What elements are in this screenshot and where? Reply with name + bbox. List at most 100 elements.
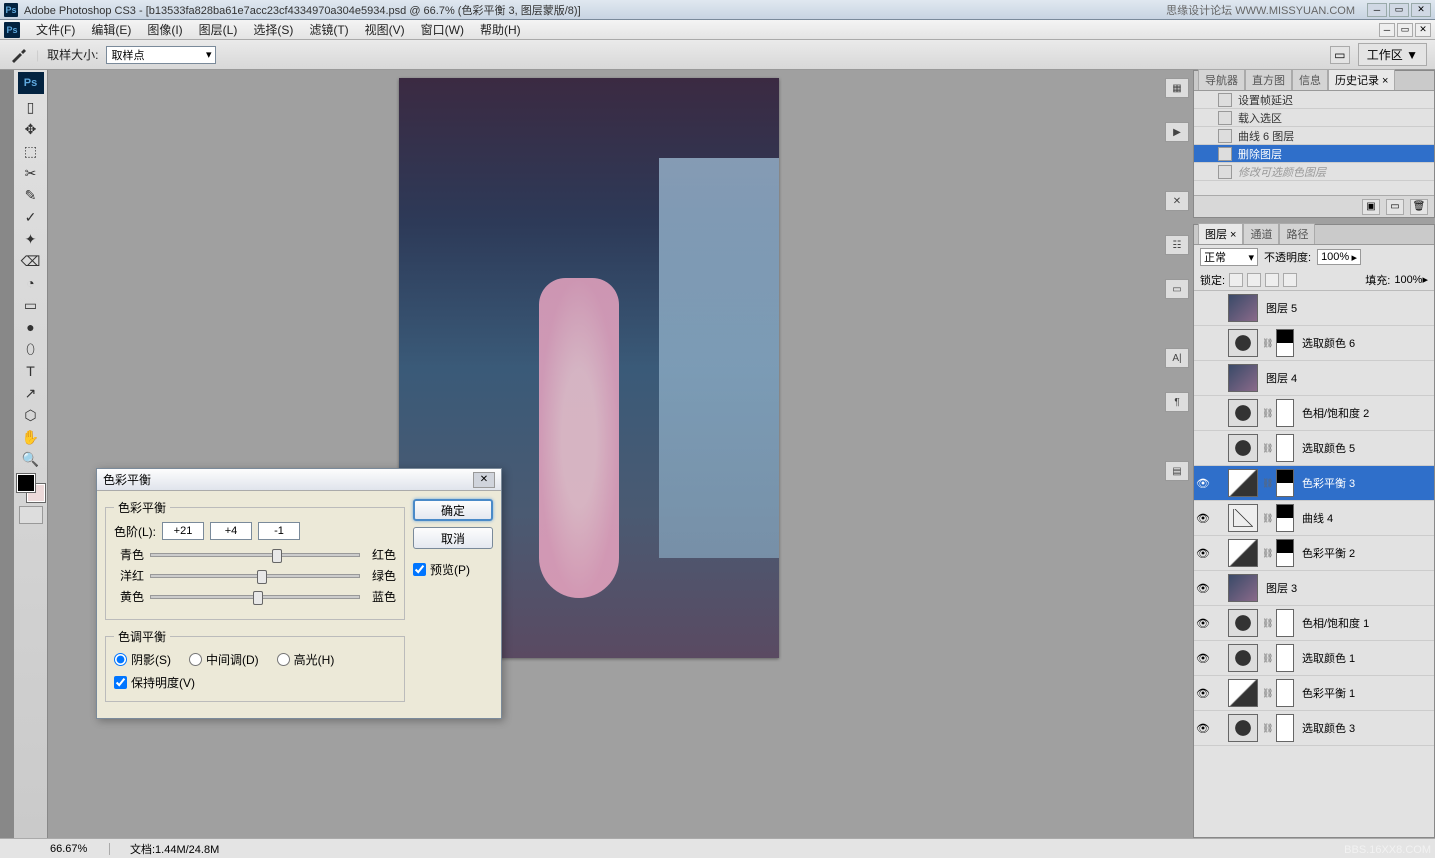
tool-8[interactable]: ◔ [18, 272, 44, 294]
layer-name[interactable]: 色彩平衡 2 [1298, 545, 1432, 561]
layer-mask-thumbnail[interactable] [1276, 399, 1294, 427]
lock-position-button[interactable] [1265, 273, 1279, 287]
visibility-toggle[interactable]: 👁 [1196, 546, 1210, 560]
layer-thumbnail[interactable] [1228, 434, 1258, 462]
layer-row[interactable]: 图层 4 [1194, 361, 1434, 396]
screen-mode-icon[interactable]: ▭ [1330, 46, 1350, 64]
layer-name[interactable]: 色彩平衡 3 [1298, 475, 1432, 491]
layer-thumbnail[interactable] [1228, 329, 1258, 357]
layer-thumbnail[interactable] [1228, 644, 1258, 672]
magenta-green-slider[interactable] [150, 574, 360, 578]
layer-row[interactable]: 图层 5 [1194, 291, 1434, 326]
tab-info[interactable]: 信息 [1292, 69, 1328, 90]
tool-15[interactable]: ✋ [18, 426, 44, 448]
menu-view[interactable]: 视图(V) [357, 21, 413, 38]
tool-7[interactable]: ⌫ [18, 250, 44, 272]
lock-pixels-button[interactable] [1247, 273, 1261, 287]
tab-history[interactable]: 历史记录 × [1328, 69, 1395, 90]
layer-name[interactable]: 色彩平衡 1 [1298, 685, 1432, 701]
tool-2[interactable]: ⬚ [18, 140, 44, 162]
tool-5[interactable]: ✓ [18, 206, 44, 228]
layer-row[interactable]: 👁⛓色彩平衡 1 [1194, 676, 1434, 711]
visibility-toggle[interactable] [1196, 336, 1210, 350]
visibility-toggle[interactable]: 👁 [1196, 476, 1210, 490]
layer-row[interactable]: ⛓选取颜色 6 [1194, 326, 1434, 361]
layer-row[interactable]: 👁图层 3 [1194, 571, 1434, 606]
preserve-luminosity-checkbox[interactable]: 保持明度(V) [114, 674, 396, 691]
dialog-close-button[interactable]: ✕ [473, 472, 495, 488]
menu-edit[interactable]: 编辑(E) [83, 21, 139, 38]
cyan-red-slider[interactable] [150, 553, 360, 557]
dock-icon-6[interactable]: A| [1165, 348, 1189, 368]
layer-row[interactable]: ⛓选取颜色 5 [1194, 431, 1434, 466]
history-item[interactable]: 曲线 6 图层 [1194, 127, 1434, 145]
visibility-toggle[interactable]: 👁 [1196, 511, 1210, 525]
link-icon[interactable]: ⛓ [1262, 443, 1272, 454]
link-icon[interactable]: ⛓ [1262, 408, 1272, 419]
fill-input[interactable]: 100%▸ [1394, 273, 1428, 286]
layer-thumbnail[interactable] [1228, 399, 1258, 427]
layer-row[interactable]: 👁 ⛓ 曲线 4 [1194, 501, 1434, 536]
tool-12[interactable]: T [18, 360, 44, 382]
link-icon[interactable]: ⛓ [1262, 478, 1272, 489]
layer-name[interactable]: 色相/饱和度 2 [1298, 405, 1432, 421]
layer-mask-thumbnail[interactable] [1276, 679, 1294, 707]
lock-transparency-button[interactable] [1229, 273, 1243, 287]
layer-mask-thumbnail[interactable] [1276, 329, 1294, 357]
visibility-toggle[interactable]: 👁 [1196, 616, 1210, 630]
visibility-toggle[interactable]: 👁 [1196, 686, 1210, 700]
tool-11[interactable]: ⬯ [18, 338, 44, 360]
menu-filter[interactable]: 滤镜(T) [301, 21, 356, 38]
menu-help[interactable]: 帮助(H) [472, 21, 529, 38]
layer-name[interactable]: 曲线 4 [1298, 510, 1432, 526]
quick-mask-button[interactable] [19, 506, 43, 524]
zoom-level[interactable]: 66.67% [50, 843, 110, 855]
dock-icon-3[interactable]: ✕ [1165, 191, 1189, 211]
doc-restore-button[interactable]: ▭ [1397, 23, 1413, 37]
menu-image[interactable]: 图像(I) [139, 21, 190, 38]
layer-thumbnail[interactable] [1228, 539, 1258, 567]
layer-thumbnail[interactable] [1228, 574, 1258, 602]
yellow-blue-slider[interactable] [150, 595, 360, 599]
tab-histogram[interactable]: 直方图 [1245, 69, 1292, 90]
tool-13[interactable]: ↗ [18, 382, 44, 404]
lock-all-button[interactable] [1283, 273, 1297, 287]
tab-paths[interactable]: 路径 [1279, 223, 1315, 244]
layer-row[interactable]: 👁⛓选取颜色 3 [1194, 711, 1434, 746]
layer-name[interactable]: 图层 5 [1262, 300, 1432, 316]
layer-row[interactable]: 👁⛓色彩平衡 2 [1194, 536, 1434, 571]
history-item[interactable]: 修改可选颜色图层 [1194, 163, 1434, 181]
layer-row[interactable]: 👁⛓色相/饱和度 1 [1194, 606, 1434, 641]
link-icon[interactable]: ⛓ [1262, 618, 1272, 629]
foreground-color-swatch[interactable] [17, 474, 35, 492]
dock-icon-7[interactable]: ¶ [1165, 392, 1189, 412]
window-maximize-button[interactable]: ▭ [1389, 3, 1409, 17]
layer-mask-thumbnail[interactable] [1276, 434, 1294, 462]
visibility-toggle[interactable]: 👁 [1196, 721, 1210, 735]
link-icon[interactable]: ⛓ [1262, 723, 1272, 734]
cancel-button[interactable]: 取消 [413, 527, 493, 549]
tab-channels[interactable]: 通道 [1243, 223, 1279, 244]
visibility-toggle[interactable] [1196, 371, 1210, 385]
tool-10[interactable]: ● [18, 316, 44, 338]
tab-layers[interactable]: 图层 × [1198, 223, 1243, 244]
tool-6[interactable]: ✦ [18, 228, 44, 250]
tool-1[interactable]: ✥ [18, 118, 44, 140]
link-icon[interactable]: ⛓ [1262, 653, 1272, 664]
layer-name[interactable]: 选取颜色 6 [1298, 335, 1432, 351]
canvas-area[interactable]: 色彩平衡 ✕ 色彩平衡 色阶(L): 青色 [48, 70, 1161, 838]
layer-thumbnail[interactable] [1228, 714, 1258, 742]
shadows-radio[interactable]: 阴影(S) [114, 651, 171, 668]
dock-icon-2[interactable]: ▶ [1165, 122, 1189, 142]
level-input-2[interactable] [210, 522, 252, 540]
tool-3[interactable]: ✂ [18, 162, 44, 184]
link-icon[interactable]: ⛓ [1262, 513, 1272, 524]
visibility-toggle[interactable] [1196, 301, 1210, 315]
ok-button[interactable]: 确定 [413, 499, 493, 521]
layer-mask-thumbnail[interactable] [1276, 714, 1294, 742]
layer-mask-thumbnail[interactable] [1276, 609, 1294, 637]
history-item[interactable]: 删除图层 [1194, 145, 1434, 163]
layer-thumbnail[interactable] [1228, 469, 1258, 497]
layer-thumbnail[interactable] [1228, 364, 1258, 392]
dock-icon-8[interactable]: ▤ [1165, 461, 1189, 481]
